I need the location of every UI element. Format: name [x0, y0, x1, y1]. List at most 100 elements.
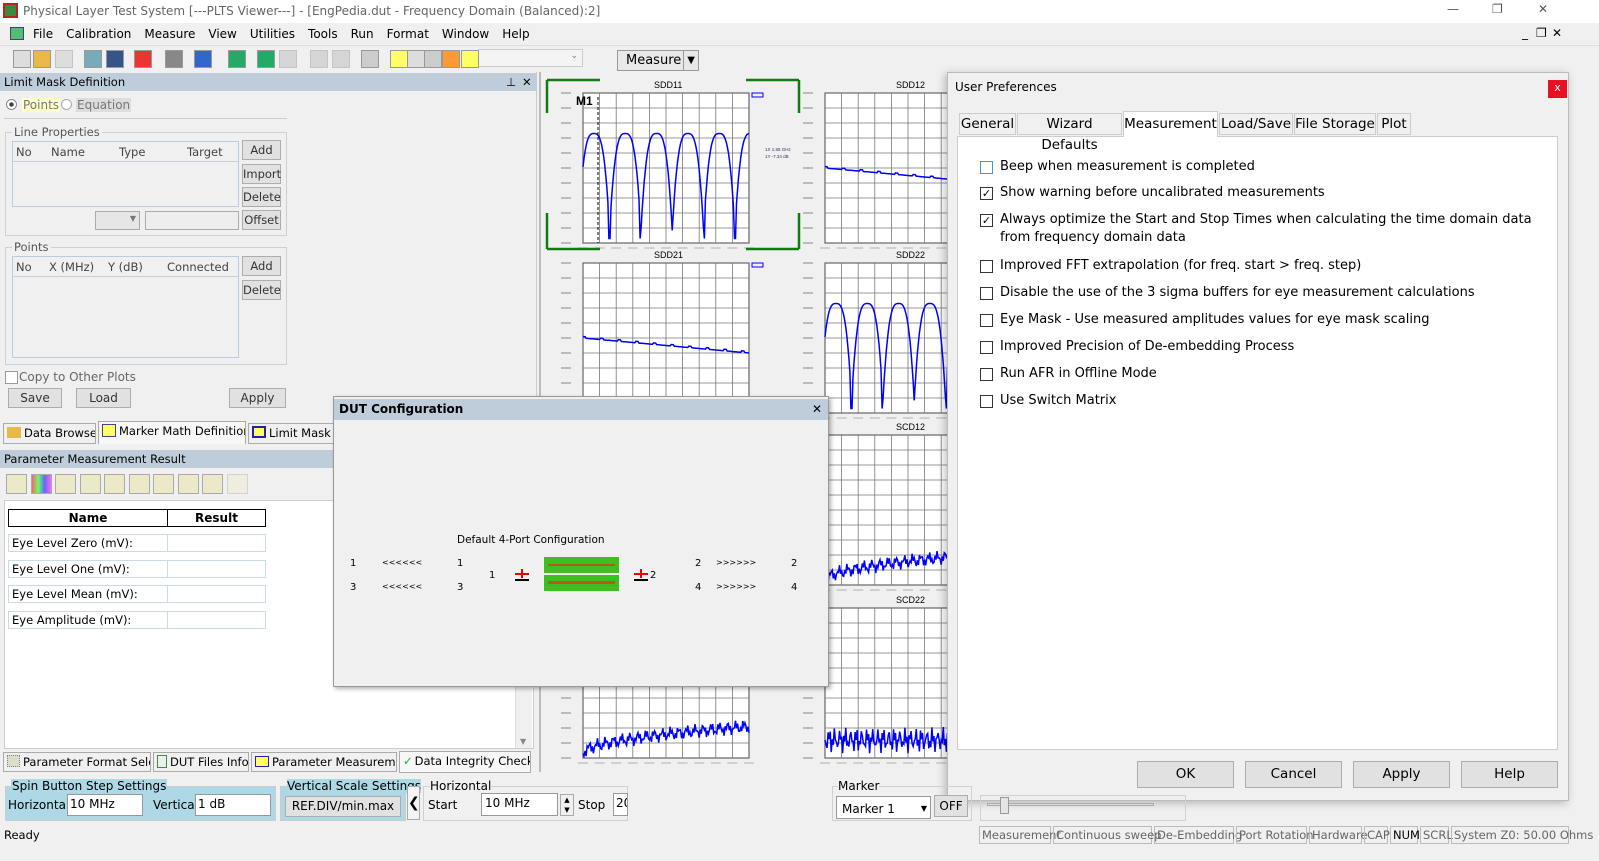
plot-title: SDD22: [896, 250, 925, 260]
cursor-icon[interactable]: [407, 50, 425, 68]
marker-label[interactable]: M1: [576, 94, 593, 108]
start-label: Start: [428, 798, 458, 812]
arrow-right: >>>>>>: [716, 558, 757, 567]
spin-up-icon[interactable]: ▲: [561, 795, 573, 805]
horizontal-legend: Horizontal: [430, 779, 492, 793]
pref-tab-measurement[interactable]: Measurement: [1123, 111, 1218, 137]
export-icon[interactable]: [257, 50, 275, 68]
vertical-step-input[interactable]: 1 dB: [195, 794, 271, 816]
status-pane-measurement: Measurement: [979, 826, 1061, 844]
ground-icon: [515, 569, 530, 581]
copy-icon[interactable]: [84, 50, 102, 68]
tool-icon[interactable]: [332, 50, 350, 68]
grid-icon[interactable]: [424, 50, 442, 68]
pref-option-checkbox[interactable]: [980, 161, 993, 174]
help-icon[interactable]: [194, 50, 212, 68]
camera-icon[interactable]: [106, 50, 124, 68]
port-label: 4: [791, 582, 798, 593]
slider-thumb[interactable]: [999, 797, 1009, 814]
pref-option-label: Disable the use of the 3 sigma buffers f…: [1000, 285, 1475, 300]
pref-tab-load-save[interactable]: Load/Save: [1219, 113, 1293, 135]
status-pane-scrl: SCRL: [1420, 826, 1453, 844]
marker-readout: 1X 1.88 GHz: [765, 147, 792, 152]
plot-sdd21[interactable]: SDD21: [561, 250, 764, 419]
arrow-left: <<<<<<: [382, 582, 423, 591]
pref-option-checkbox[interactable]: [980, 341, 993, 354]
dut-port-left: 1: [489, 570, 496, 581]
pref-option-label: Run AFR in Offline Mode: [1000, 366, 1157, 381]
arrow-right: >>>>>>: [716, 582, 757, 591]
new-icon[interactable]: [13, 50, 31, 68]
pref-ok-button[interactable]: OK: [1137, 761, 1234, 788]
marker-select[interactable]: Marker 1 ▼: [836, 796, 931, 819]
start-spinner[interactable]: ▲ ▼: [560, 794, 574, 816]
dialog-title: User Preferences: [955, 80, 1057, 94]
start-input[interactable]: 10 MHz: [481, 793, 558, 816]
stop-input[interactable]: 20: [613, 793, 628, 816]
split-icon[interactable]: [310, 50, 328, 68]
legend-box: [751, 262, 764, 268]
spin-step-legend: Spin Button Step Settings: [11, 779, 168, 793]
slider-track[interactable]: [987, 803, 1154, 806]
pref-option-checkbox[interactable]: ✓: [980, 214, 993, 227]
status-pane-de-embedding: De-Embedding: [1154, 826, 1242, 844]
pref-option-checkbox[interactable]: ✓: [980, 187, 993, 200]
vertical-step-label: Vertical: [153, 798, 198, 812]
dut-cable-1[interactable]: [544, 557, 619, 573]
dut-port-right: 2: [650, 570, 657, 581]
marker-icon[interactable]: [390, 50, 408, 68]
status-pane-cap: CAP: [1364, 826, 1390, 844]
status-pane-continuous-sweep: Continuous sweep: [1053, 826, 1161, 844]
delete-icon[interactable]: [134, 50, 152, 68]
pref-tab-wizard-defaults[interactable]: Wizard Defaults: [1017, 113, 1122, 153]
mm-icon[interactable]: [461, 50, 479, 68]
port-label: 2: [695, 558, 702, 569]
port-label: 1: [457, 558, 464, 569]
arrow-left: <<<<<<: [382, 558, 423, 567]
plot-icon[interactable]: [442, 50, 460, 68]
pref-help-button[interactable]: Help: [1461, 761, 1558, 788]
vscale-legend: Vertical Scale Settings: [287, 779, 422, 793]
print-icon[interactable]: [165, 50, 183, 68]
horizontal-step-input[interactable]: 10 MHz: [67, 794, 143, 816]
plot-title: SCD12: [896, 422, 925, 432]
dut-cable-2[interactable]: [544, 575, 619, 591]
status-ready: Ready: [4, 828, 40, 842]
spin-down-icon[interactable]: ▼: [561, 805, 573, 815]
pref-tab-general[interactable]: General: [959, 113, 1016, 135]
close-icon[interactable]: ✕: [812, 399, 822, 420]
pref-tab-plot[interactable]: Plot: [1377, 113, 1411, 135]
pref-tab-file-storage[interactable]: File Storage: [1294, 113, 1376, 135]
config-heading: Default 4-Port Configuration: [457, 534, 605, 546]
pref-cancel-button[interactable]: Cancel: [1245, 761, 1342, 788]
plot-sdd11[interactable]: SDD11 M1 1X 1.88 GHz 1Y -7.34 dB: [545, 78, 801, 251]
vscale-button[interactable]: REF.DIV/min.max: [285, 796, 401, 817]
pref-option-checkbox[interactable]: [980, 260, 993, 273]
pref-option-checkbox[interactable]: [980, 395, 993, 408]
export-disabled-icon[interactable]: [279, 50, 297, 68]
marker-off-button[interactable]: OFF: [934, 795, 968, 817]
pref-apply-button[interactable]: Apply: [1353, 761, 1450, 788]
port-label: 4: [695, 582, 702, 593]
status-pane-num: NUM: [1390, 826, 1420, 844]
status-pane-system-z0-50-00-ohms: System Z0: 50.00 Ohms: [1451, 826, 1593, 844]
pref-option-checkbox[interactable]: [980, 314, 993, 327]
close-button[interactable]: x: [1548, 80, 1567, 98]
pref-option-checkbox[interactable]: [980, 287, 993, 300]
dut-config-dialog: DUT Configuration ✕ Default 4-Port Confi…: [333, 396, 829, 687]
status-pane-port-rotation: Port Rotation: [1236, 826, 1314, 844]
table-icon[interactable]: [361, 50, 379, 68]
marker-readout: 1Y -7.34 dB: [765, 154, 789, 159]
import-icon[interactable]: [228, 50, 246, 68]
plot-title: SDD12: [896, 80, 925, 90]
collapse-button[interactable]: ❮: [407, 786, 420, 820]
open-icon[interactable]: [33, 50, 51, 68]
ground-icon: [634, 569, 649, 581]
legend-box: [751, 92, 764, 98]
save-icon[interactable]: [55, 50, 73, 68]
horizontal-step-label: Horizontal: [8, 798, 70, 812]
pref-option-checkbox[interactable]: [980, 368, 993, 381]
port-label: 1: [350, 558, 357, 569]
pref-option-label: Improved Precision of De-embedding Proce…: [1000, 339, 1295, 354]
port-label: 3: [457, 582, 464, 593]
